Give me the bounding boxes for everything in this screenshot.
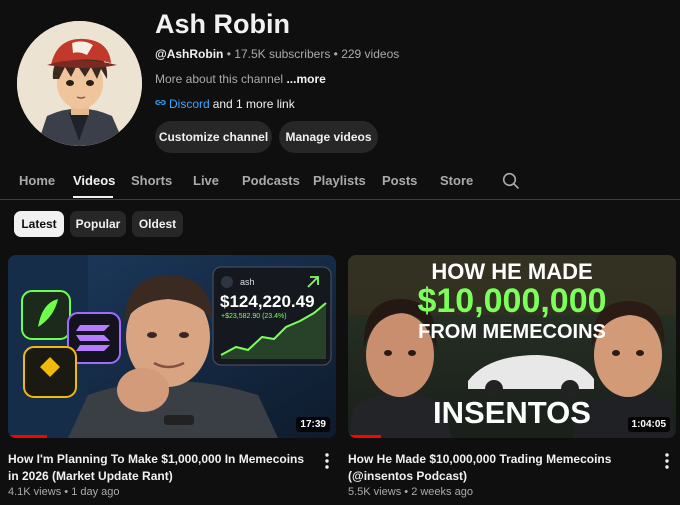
discord-link[interactable]: Discord xyxy=(169,97,210,111)
filter-oldest[interactable]: Oldest xyxy=(132,211,183,237)
search-icon[interactable] xyxy=(502,172,520,195)
wallet-username: ash xyxy=(240,277,255,287)
channel-name: Ash Robin xyxy=(155,9,290,39)
channel-about[interactable]: More about this channel ...more xyxy=(155,72,326,86)
view-count: 5.5K views xyxy=(348,486,402,498)
thumbnail-guest-name: INSENTOS xyxy=(433,395,591,430)
link-icon xyxy=(155,97,166,111)
kebab-menu-icon[interactable] xyxy=(322,452,332,470)
video-meta: 4.1K views • 1 day ago xyxy=(8,486,120,498)
subscriber-count: 17.5K subscribers xyxy=(234,47,331,61)
more-links[interactable]: and 1 more link xyxy=(213,97,295,111)
meta-separator: • xyxy=(404,486,409,498)
tab-live[interactable]: Live xyxy=(193,173,219,188)
customize-channel-button[interactable]: Customize channel xyxy=(155,121,272,153)
wallet-balance: $124,220.49 xyxy=(220,292,315,311)
video-thumbnail[interactable]: HOW HE MADE $10,000,000 FROM MEMECOINS I… xyxy=(348,255,676,438)
tab-podcasts[interactable]: Podcasts xyxy=(242,173,300,188)
channel-handle: @AshRobin xyxy=(155,47,224,61)
tab-playlists[interactable]: Playlists xyxy=(313,173,366,188)
watch-progress-bar xyxy=(8,435,48,438)
meta-separator: • xyxy=(64,486,69,498)
video-count: 229 videos xyxy=(341,47,400,61)
upload-age: 2 weeks ago xyxy=(411,486,473,498)
meta-separator: • xyxy=(226,47,231,61)
video-thumbnail[interactable]: ash $124,220.49 +$23,582.90 (23.4%) 17:3… xyxy=(8,255,336,438)
view-count: 4.1K views xyxy=(8,486,62,498)
tab-home[interactable]: Home xyxy=(19,173,55,188)
tab-store[interactable]: Store xyxy=(440,173,473,188)
thumbnail-headline-3: FROM MEMECOINS xyxy=(418,321,606,343)
avatar-illustration xyxy=(17,21,142,146)
channel-tabs: Home Videos Shorts Live Podcasts Playlis… xyxy=(0,168,680,200)
thumbnail-image xyxy=(8,255,336,438)
active-tab-indicator xyxy=(73,196,113,198)
filter-latest[interactable]: Latest xyxy=(14,211,64,237)
thumbnail-headline-2: $10,000,000 xyxy=(417,282,607,320)
about-text: More about this channel xyxy=(155,72,284,86)
filter-popular[interactable]: Popular xyxy=(70,211,126,237)
about-more-link[interactable]: ...more xyxy=(286,72,325,86)
watch-progress-bar xyxy=(348,435,381,438)
tab-videos[interactable]: Videos xyxy=(73,173,115,188)
meta-separator: • xyxy=(333,47,338,61)
video-title[interactable]: How I'm Planning To Make $1,000,000 In M… xyxy=(8,451,316,485)
tab-posts[interactable]: Posts xyxy=(382,173,417,188)
video-meta: 5.5K views • 2 weeks ago xyxy=(348,486,473,498)
video-duration: 1:04:05 xyxy=(627,417,670,432)
manage-videos-button[interactable]: Manage videos xyxy=(279,121,378,153)
upload-age: 1 day ago xyxy=(71,486,120,498)
video-title[interactable]: How He Made $10,000,000 Trading Memecoin… xyxy=(348,451,648,485)
wallet-change: +$23,582.90 (23.4%) xyxy=(221,313,287,320)
channel-meta: @AshRobin • 17.5K subscribers • 229 vide… xyxy=(155,47,399,61)
channel-links: Discord and 1 more link xyxy=(155,97,295,111)
video-duration: 17:39 xyxy=(296,417,330,432)
channel-avatar[interactable] xyxy=(17,21,142,146)
kebab-menu-icon[interactable] xyxy=(662,452,672,470)
tab-shorts[interactable]: Shorts xyxy=(131,173,172,188)
